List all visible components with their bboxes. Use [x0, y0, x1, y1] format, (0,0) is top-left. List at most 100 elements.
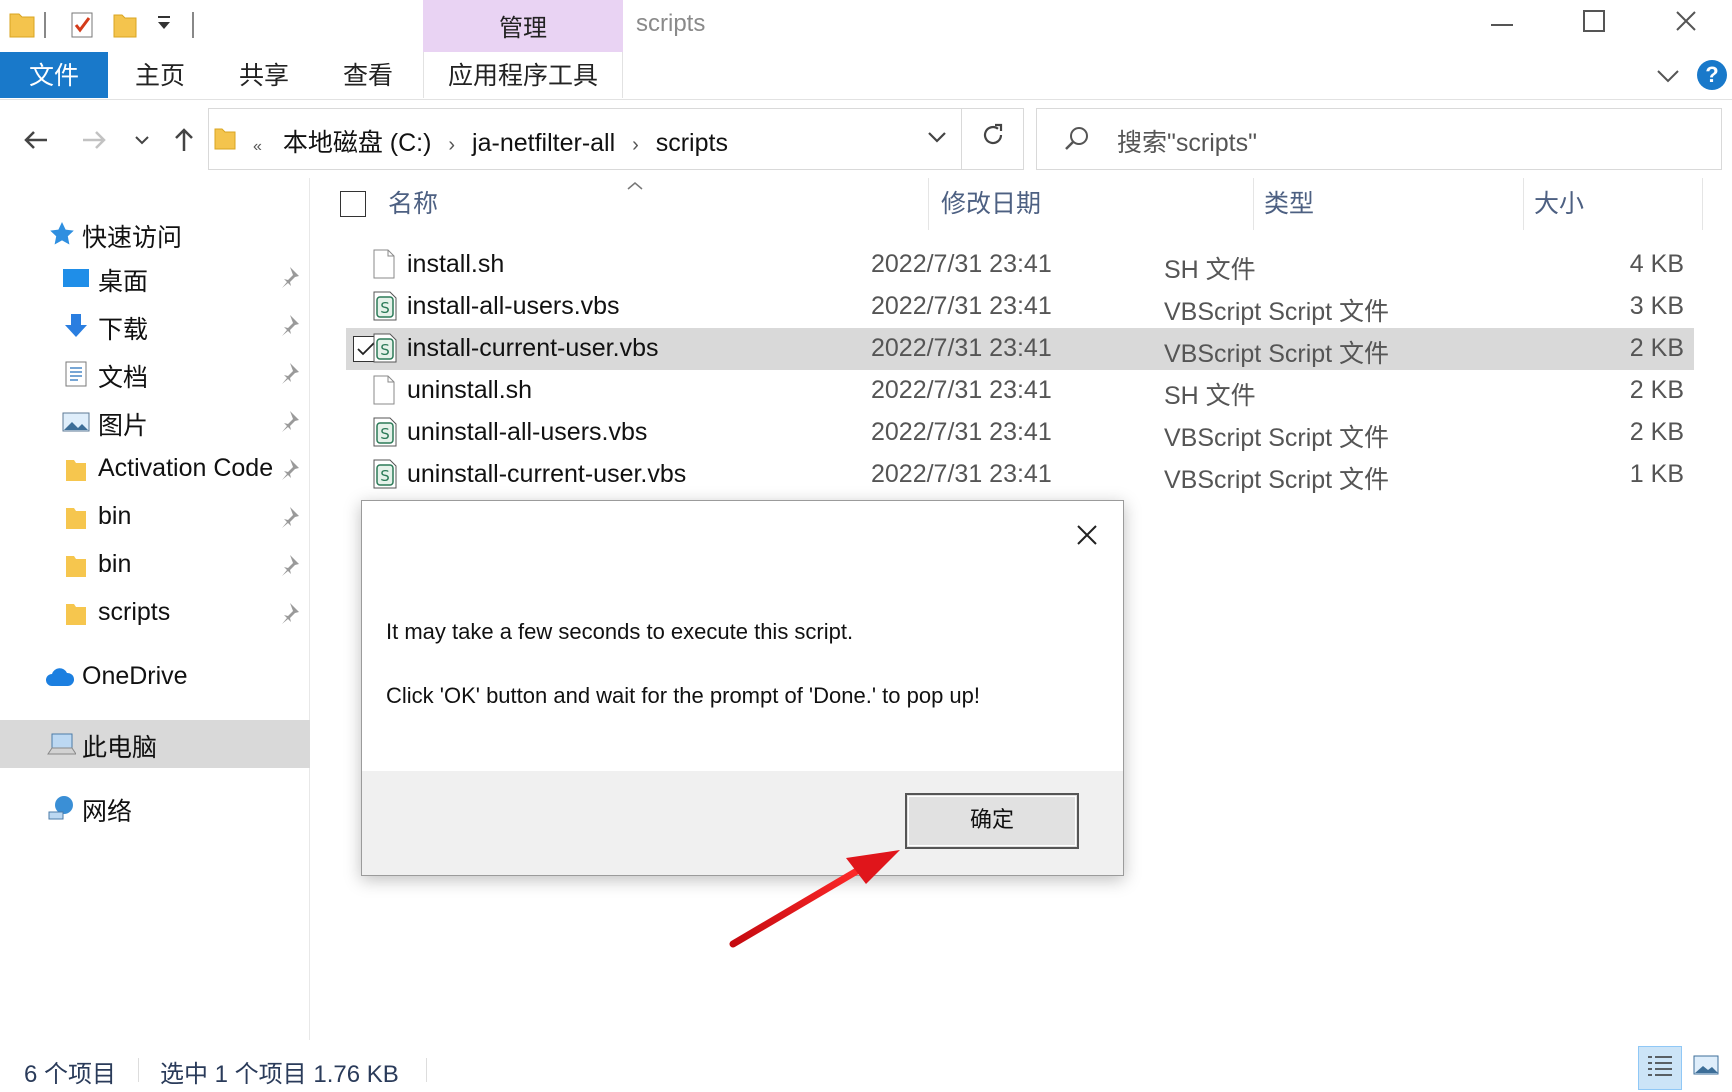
file-row[interactable]: S uninstall-all-users.vbs 2022/7/31 23:4… [346, 412, 1694, 454]
recent-locations-button[interactable] [122, 122, 162, 162]
sidebar-item-this-pc[interactable]: 此电脑 [0, 720, 310, 768]
back-button[interactable] [16, 122, 56, 162]
customize-quick-access-icon[interactable] [156, 14, 172, 39]
tab-view[interactable]: 查看 [326, 52, 410, 98]
new-folder-icon[interactable] [112, 10, 138, 45]
tab-home[interactable]: 主页 [118, 52, 202, 98]
sidebar-item-pictures[interactable]: 图片 [0, 398, 310, 446]
file-name: uninstall-current-user.vbs [407, 460, 687, 488]
sidebar-item-scripts[interactable]: scripts [0, 590, 310, 638]
properties-icon[interactable] [70, 10, 96, 45]
search-input[interactable]: 搜索"scripts" [1036, 108, 1722, 170]
pin-icon[interactable] [280, 458, 300, 487]
address-history-dropdown[interactable] [912, 108, 962, 170]
refresh-button[interactable] [962, 108, 1024, 170]
sidebar-item-desktop[interactable]: 桌面 [0, 254, 310, 302]
column-header-date[interactable]: 修改日期 [941, 178, 1041, 230]
pin-icon[interactable] [280, 314, 300, 343]
vbscript-file-icon: S [372, 458, 398, 497]
chevron-right-icon[interactable]: › [632, 134, 639, 156]
pin-icon[interactable] [280, 362, 300, 391]
column-divider[interactable] [1523, 178, 1524, 230]
sidebar-item-label: scripts [98, 598, 171, 626]
details-view-button[interactable] [1638, 1046, 1682, 1090]
folder-icon [8, 10, 36, 45]
breadcrumb-overflow[interactable]: « [253, 138, 262, 155]
file-row[interactable]: S install-current-user.vbs 2022/7/31 23:… [346, 328, 1694, 370]
tab-file[interactable]: 文件 [0, 52, 108, 98]
sidebar-item-bin[interactable]: bin [0, 494, 310, 542]
title-bar: 管理 scripts [0, 0, 1732, 52]
arrow-right-icon [81, 129, 107, 156]
sidebar-item-onedrive[interactable]: OneDrive [0, 654, 310, 702]
dialog-close-button[interactable] [1065, 515, 1109, 559]
ok-button[interactable]: 确定 [905, 793, 1079, 849]
column-header-name[interactable]: 名称 [388, 178, 438, 230]
file-date: 2022/7/31 23:41 [871, 418, 1052, 446]
vbscript-file-icon: S [372, 290, 398, 329]
file-date: 2022/7/31 23:41 [871, 334, 1052, 362]
breadcrumb-item[interactable]: ja-netfilter-all [472, 129, 615, 157]
file-type: VBScript Script 文件 [1164, 298, 1390, 326]
selection-info: 选中 1 个项目 1.76 KB [160, 1061, 399, 1088]
maximize-button[interactable] [1548, 0, 1640, 46]
tab-manage[interactable]: 管理 [423, 0, 623, 52]
tab-application-tools[interactable]: 应用程序工具 [423, 52, 623, 98]
divider [138, 1058, 139, 1082]
sidebar-item-bin[interactable]: bin [0, 542, 310, 590]
pin-icon[interactable] [280, 266, 300, 295]
sidebar-item-label: 网络 [82, 798, 133, 826]
sidebar-item-downloads[interactable]: 下载 [0, 302, 310, 350]
column-divider[interactable] [1253, 178, 1254, 230]
column-header-size[interactable]: 大小 [1534, 178, 1584, 230]
file-row[interactable]: S install-all-users.vbs 2022/7/31 23:41 … [346, 286, 1694, 328]
search-icon [1063, 125, 1091, 158]
close-button[interactable] [1640, 0, 1732, 46]
forward-button[interactable] [74, 122, 114, 162]
divider [192, 12, 194, 38]
sidebar-item-network[interactable]: 网络 [0, 784, 310, 832]
up-button[interactable] [164, 122, 204, 162]
sidebar-item-documents[interactable]: 文档 [0, 350, 310, 398]
chevron-down-icon [134, 133, 150, 151]
help-button[interactable]: ? [1697, 60, 1727, 90]
select-all-checkbox[interactable] [340, 191, 366, 217]
file-name: install-current-user.vbs [407, 334, 659, 362]
divider [426, 1058, 427, 1082]
expand-ribbon-icon[interactable] [1655, 62, 1681, 93]
sidebar-item-activation-code[interactable]: Activation Code [0, 446, 310, 494]
file-row[interactable]: install.sh 2022/7/31 23:41 SH 文件 4 KB [346, 244, 1694, 286]
sidebar-item-label: bin [98, 550, 132, 578]
sidebar-item-quick-access[interactable]: 快速访问 [0, 210, 310, 258]
arrow-left-icon [23, 129, 49, 156]
status-bar: 6 个项目 选中 1 个项目 1.76 KB [0, 1040, 1732, 1092]
pin-icon[interactable] [280, 602, 300, 631]
pin-icon[interactable] [280, 554, 300, 583]
ribbon-tabs: 文件 主页 共享 查看 应用程序工具 ? [0, 52, 1732, 100]
folder-icon [62, 552, 90, 580]
file-type: VBScript Script 文件 [1164, 340, 1390, 368]
breadcrumb-item[interactable]: scripts [656, 129, 728, 157]
file-size: 2 KB [1629, 418, 1684, 446]
file-size: 2 KB [1629, 376, 1684, 404]
breadcrumb-item[interactable]: 本地磁盘 (C:) [283, 129, 432, 157]
file-row[interactable]: S uninstall-current-user.vbs 2022/7/31 2… [346, 454, 1694, 496]
pin-icon[interactable] [280, 410, 300, 439]
large-icons-view-icon [1692, 1053, 1720, 1084]
minimize-button[interactable] [1456, 0, 1548, 46]
column-divider[interactable] [1702, 178, 1703, 230]
chevron-right-icon[interactable]: › [448, 134, 455, 156]
tab-share[interactable]: 共享 [222, 52, 306, 98]
column-header-type[interactable]: 类型 [1264, 178, 1314, 230]
folder-icon [62, 504, 90, 532]
vbscript-file-icon: S [372, 332, 398, 371]
column-divider[interactable] [928, 178, 929, 230]
address-bar[interactable]: « 本地磁盘 (C:) › ja-netfilter-all › scripts [208, 108, 962, 170]
file-size: 3 KB [1629, 292, 1684, 320]
file-row[interactable]: uninstall.sh 2022/7/31 23:41 SH 文件 2 KB [346, 370, 1694, 412]
file-name: uninstall.sh [407, 376, 533, 404]
large-icons-view-button[interactable] [1684, 1046, 1728, 1090]
pin-icon[interactable] [280, 506, 300, 535]
file-date: 2022/7/31 23:41 [871, 460, 1052, 488]
svg-text:S: S [380, 425, 390, 443]
